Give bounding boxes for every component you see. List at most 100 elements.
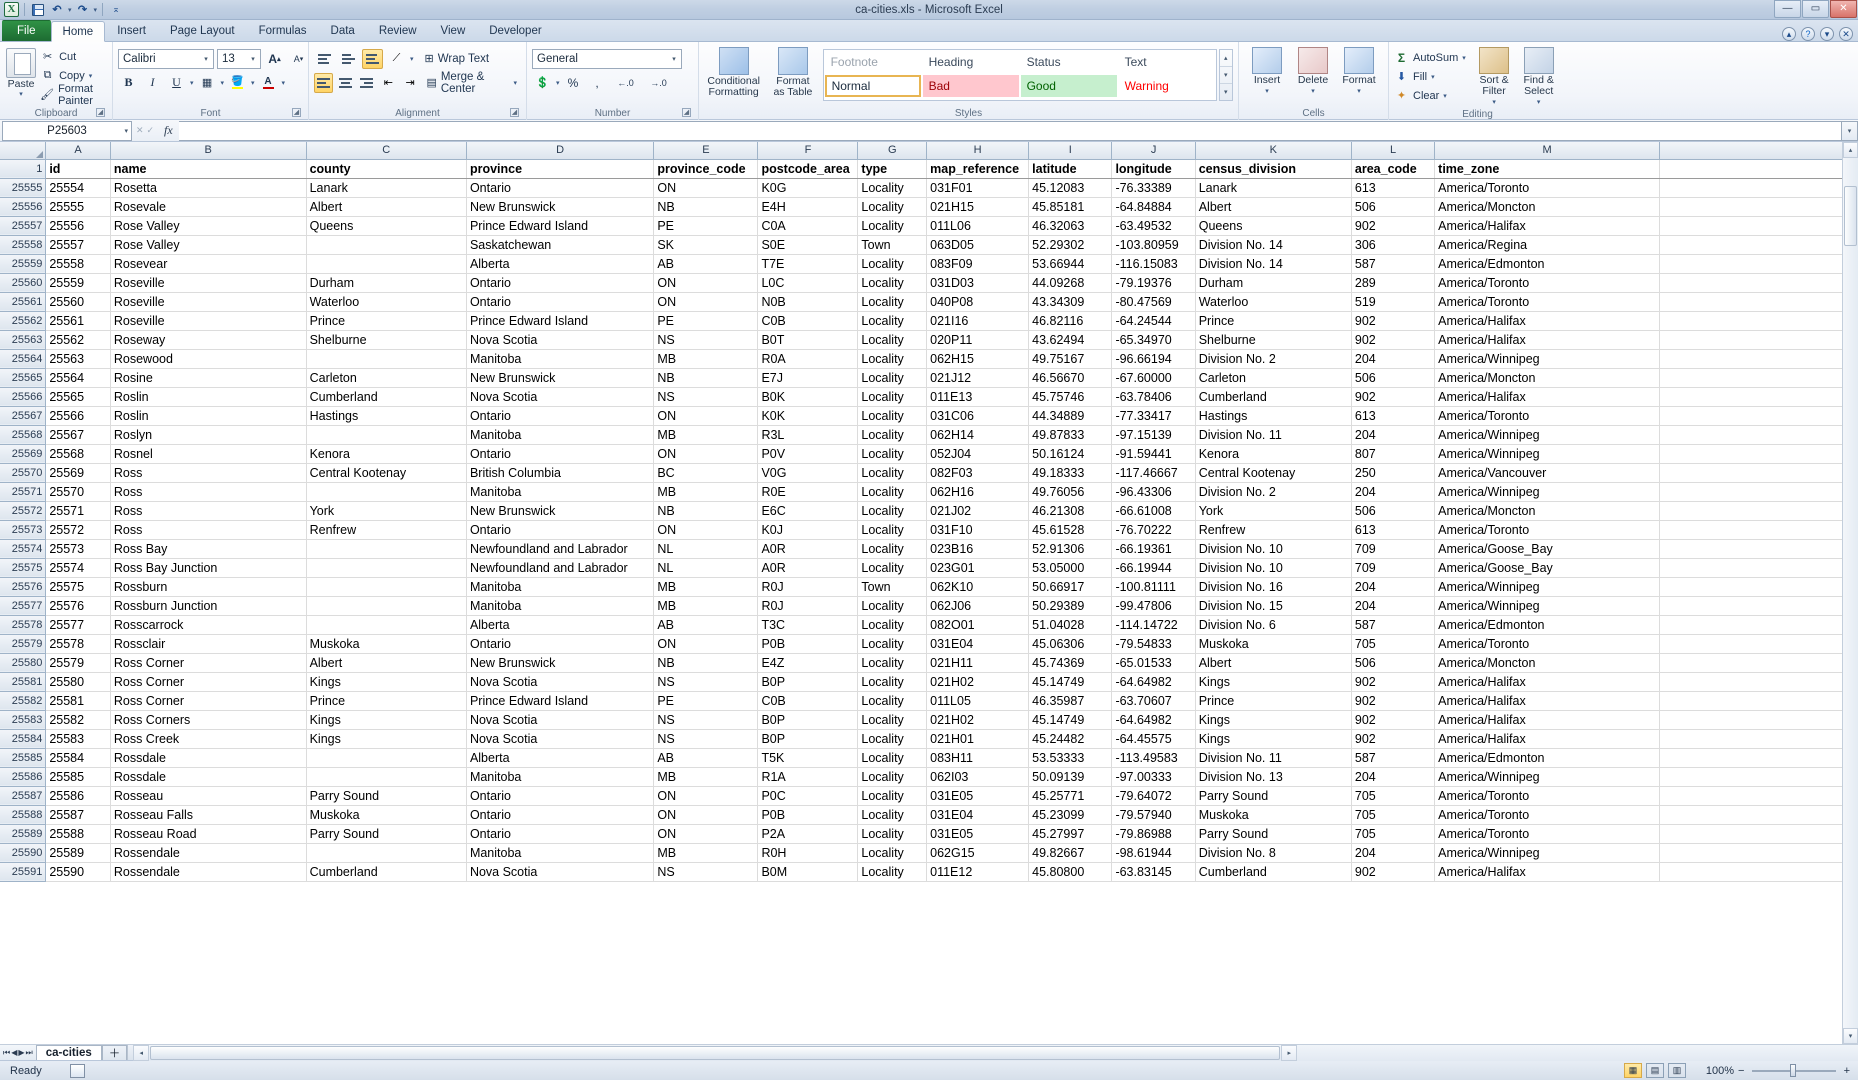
cell[interactable]: Alberta (466, 254, 653, 273)
cell[interactable] (306, 482, 466, 501)
cell[interactable]: P2A (758, 824, 858, 843)
row-header[interactable]: 25564 (0, 349, 46, 368)
cell[interactable]: York (306, 501, 466, 520)
cell[interactable]: 25581 (46, 691, 111, 710)
cell[interactable]: 506 (1351, 653, 1434, 672)
cell[interactable]: 289 (1351, 273, 1434, 292)
header-cell-map-reference[interactable]: map_reference (927, 159, 1029, 178)
cell[interactable]: -117.46667 (1112, 463, 1195, 482)
cell[interactable]: 46.82116 (1029, 311, 1112, 330)
cell[interactable]: Ross Bay Junction (110, 558, 306, 577)
cell[interactable]: C0B (758, 691, 858, 710)
cell[interactable]: Central Kootenay (1195, 463, 1351, 482)
cell[interactable]: Newfoundland and Labrador (466, 558, 653, 577)
cell[interactable]: Nova Scotia (466, 387, 653, 406)
row-header-1[interactable]: 1 (0, 159, 46, 178)
cell[interactable]: 011L06 (927, 216, 1029, 235)
cell[interactable]: America/Moncton (1435, 653, 1660, 672)
cell-overflow[interactable] (1660, 501, 1858, 520)
first-sheet-icon[interactable]: ⏮ (3, 1048, 10, 1058)
cell[interactable]: Division No. 11 (1195, 748, 1351, 767)
column-header-C[interactable]: C (306, 142, 466, 159)
cell[interactable]: 506 (1351, 197, 1434, 216)
excel-app-icon[interactable]: X (4, 2, 19, 17)
cell[interactable]: Locality (858, 691, 927, 710)
cell[interactable]: MB (654, 596, 758, 615)
cell[interactable]: Albert (306, 653, 466, 672)
cell[interactable]: 25580 (46, 672, 111, 691)
font-size-combo[interactable]: 13 ▾ (217, 49, 261, 69)
increase-indent-icon[interactable]: ⇥ (401, 73, 420, 93)
cell[interactable]: 709 (1351, 558, 1434, 577)
tab-developer[interactable]: Developer (477, 20, 553, 41)
cell-overflow[interactable] (1660, 653, 1858, 672)
cell[interactable]: 204 (1351, 767, 1434, 786)
row-header[interactable]: 25565 (0, 368, 46, 387)
cell[interactable]: 031D03 (927, 273, 1029, 292)
cell[interactable]: 040P08 (927, 292, 1029, 311)
cell[interactable]: 25589 (46, 843, 111, 862)
cell[interactable]: Locality (858, 425, 927, 444)
last-sheet-icon[interactable]: ⏭ (26, 1048, 33, 1058)
paste-dropdown-icon[interactable]: ▾ (19, 90, 23, 98)
decrease-indent-icon[interactable]: ⇤ (379, 73, 398, 93)
cell[interactable]: -63.70607 (1112, 691, 1195, 710)
cell[interactable]: -97.00333 (1112, 767, 1195, 786)
cell[interactable]: 204 (1351, 482, 1434, 501)
cell[interactable]: 45.80800 (1029, 862, 1112, 881)
cell[interactable]: -65.34970 (1112, 330, 1195, 349)
header-cell-postcode-area[interactable]: postcode_area (758, 159, 858, 178)
cell[interactable]: Ross (110, 482, 306, 501)
cell[interactable]: Locality (858, 767, 927, 786)
cell[interactable]: 204 (1351, 843, 1434, 862)
clear-button[interactable]: ✦ Clear ▾ (1394, 87, 1466, 104)
cell[interactable]: Prince (306, 691, 466, 710)
cell[interactable]: 705 (1351, 824, 1434, 843)
row-header[interactable]: 25588 (0, 805, 46, 824)
table-row[interactable]: 2557925578RossclairMuskokaOntarioONP0BLo… (0, 634, 1858, 653)
row-header[interactable]: 25566 (0, 387, 46, 406)
cell[interactable]: 902 (1351, 672, 1434, 691)
cell[interactable]: 25574 (46, 558, 111, 577)
row-header[interactable]: 25587 (0, 786, 46, 805)
cell[interactable]: 25582 (46, 710, 111, 729)
cell-overflow[interactable] (1660, 615, 1858, 634)
wrap-text-button[interactable]: ⊞ Wrap Text (425, 49, 494, 69)
cell[interactable]: Division No. 6 (1195, 615, 1351, 634)
cell[interactable]: Manitoba (466, 767, 653, 786)
cell[interactable]: K0K (758, 406, 858, 425)
comma-style-icon[interactable]: , (587, 73, 608, 93)
save-icon[interactable] (30, 2, 46, 18)
row-header[interactable]: 25567 (0, 406, 46, 425)
delete-dropdown-icon[interactable]: ▾ (1311, 86, 1315, 97)
cell[interactable]: America/Halifax (1435, 672, 1660, 691)
cell[interactable]: America/Halifax (1435, 387, 1660, 406)
cell[interactable]: Division No. 13 (1195, 767, 1351, 786)
align-middle-icon[interactable] (338, 49, 359, 69)
cell[interactable]: Prince (1195, 691, 1351, 710)
table-row[interactable]: 2559125590RossendaleCumberlandNova Scoti… (0, 862, 1858, 881)
cell[interactable]: PE (654, 691, 758, 710)
table-row[interactable]: 2556425563RosewoodManitobaMBR0ALocality0… (0, 349, 1858, 368)
cell[interactable]: 52.91306 (1029, 539, 1112, 558)
cell-styles-gallery[interactable]: Footnote Heading Status Text Normal Bad … (823, 49, 1217, 101)
row-header[interactable]: 25561 (0, 292, 46, 311)
align-center-icon[interactable] (336, 73, 355, 93)
tab-file[interactable]: File (2, 20, 51, 41)
customize-qat-icon[interactable]: ⌅ (108, 2, 124, 18)
cell[interactable]: -65.01533 (1112, 653, 1195, 672)
cell[interactable]: MB (654, 482, 758, 501)
cell[interactable]: 43.34309 (1029, 292, 1112, 311)
cell[interactable]: Prince Edward Island (466, 216, 653, 235)
cell[interactable]: Muskoka (1195, 805, 1351, 824)
table-row[interactable]: 2558725586RosseauParry SoundOntarioONP0C… (0, 786, 1858, 805)
table-row[interactable]: 2558225581Ross CornerPrincePrince Edward… (0, 691, 1858, 710)
cell[interactable]: 011E12 (927, 862, 1029, 881)
row-header[interactable]: 25570 (0, 463, 46, 482)
cell[interactable] (306, 539, 466, 558)
cell[interactable]: -96.43306 (1112, 482, 1195, 501)
cell[interactable]: 46.21308 (1029, 501, 1112, 520)
cell[interactable]: America/Winnipeg (1435, 482, 1660, 501)
cell[interactable] (306, 615, 466, 634)
row-header[interactable]: 25555 (0, 178, 46, 197)
